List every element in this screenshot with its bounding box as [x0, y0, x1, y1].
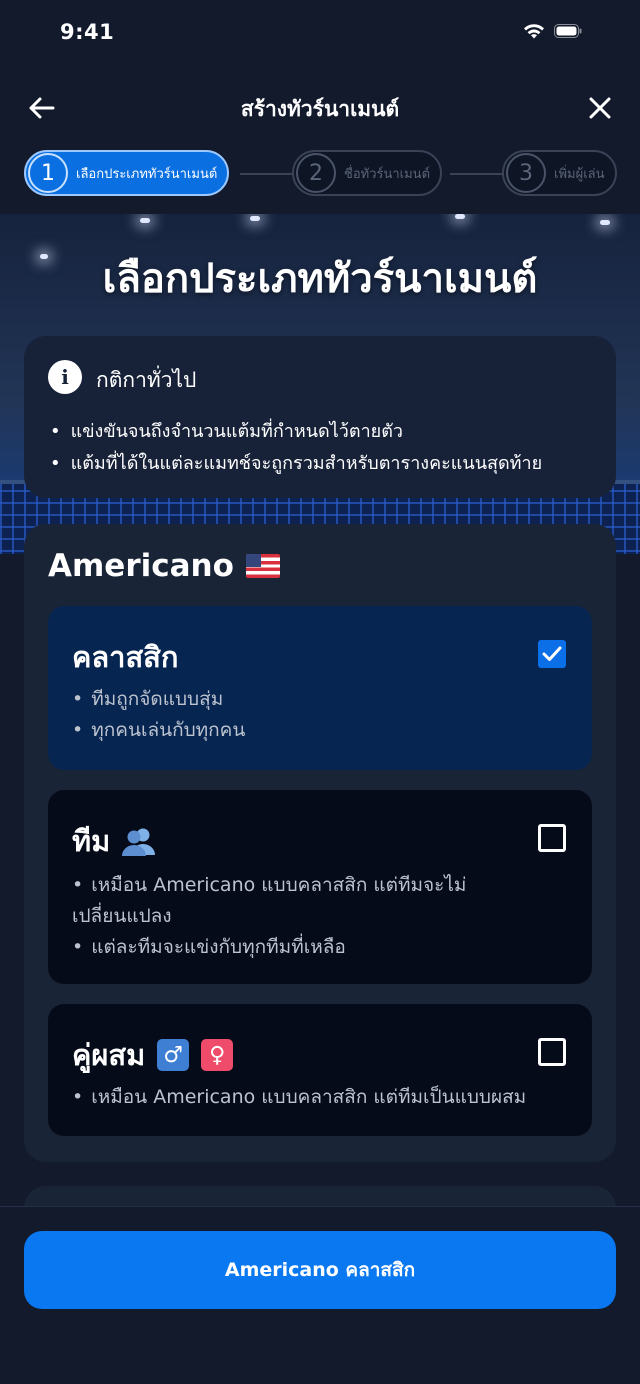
option-classic[interactable]: คลาสสิก ทีมถูกจัดแบบสุ่ม ทุกคนเล่นกับทุก… — [48, 606, 592, 770]
rules-title: กติกาทั่วไป — [96, 368, 197, 392]
wifi-icon — [524, 24, 544, 39]
step-number: 1 — [28, 153, 68, 193]
status-time: 9:41 — [60, 20, 115, 44]
option-description: เหมือน Americano แบบคลาสสิก แต่ทีมจะไม่เ… — [72, 870, 502, 963]
step-number: 2 — [296, 153, 336, 193]
step-label: เลือกประเภททัวร์นาเมนต์ — [76, 166, 218, 182]
stepper-line — [450, 173, 510, 175]
rules-item: แต้มที่ได้ในแต่ละแมทช์จะถูกรวมสำหรับตารา… — [50, 448, 543, 480]
step-1[interactable]: 1 เลือกประเภททัวร์นาเมนต์ — [24, 150, 230, 196]
checkbox-unchecked[interactable] — [538, 824, 566, 852]
nav-title: สร้างทัวร์นาเมนต์ — [240, 97, 400, 121]
page-heading: เลือกประเภททัวร์นาเมนต์ — [102, 256, 538, 302]
nav-bar: สร้างทัวร์นาเมนต์ — [0, 80, 640, 136]
stepper-line — [240, 173, 300, 175]
format-title: Americano — [48, 548, 280, 584]
option-team[interactable]: ทีม เหมือน Americano แบบคลาสสิก แต่ทีมจะ… — [48, 790, 592, 984]
step-label: ชื่อทัวร์นาเมนต์ — [344, 166, 431, 182]
option-item: ทีมถูกจัดแบบสุ่ม — [72, 684, 502, 715]
option-item: ทุกคนเล่นกับทุกคน — [72, 715, 502, 746]
close-icon[interactable] — [584, 92, 616, 124]
rules-card: i กติกาทั่วไป แข่งขันจนถึงจำนวนแต้มที่กำ… — [24, 336, 616, 498]
female-sign-icon: ♀ — [201, 1039, 234, 1071]
step-number: 3 — [506, 153, 546, 193]
option-title: ทีม — [72, 818, 156, 864]
step-3[interactable]: 3 เพิ่มผู้เล่น — [502, 150, 617, 196]
team-people-icon — [122, 828, 156, 856]
option-title: คู่ผสม ♂ ♀ — [72, 1032, 234, 1078]
option-item: เหมือน Americano แบบคลาสสิก แต่ทีมเป็นแบ… — [72, 1082, 572, 1113]
option-title: คลาสสิก — [72, 640, 179, 674]
checkmark-icon — [542, 646, 562, 661]
checkbox-unchecked[interactable] — [538, 1038, 566, 1066]
format-panel: Americano คลาสสิก ทีมถูกจัดแบบสุ่ม ทุกคน… — [24, 524, 616, 1162]
battery-icon — [554, 24, 582, 38]
step-label: เพิ่มผู้เล่น — [554, 166, 605, 182]
option-mixed[interactable]: คู่ผสม ♂ ♀ เหมือน Americano แบบคลาสสิก แ… — [48, 1004, 592, 1136]
checkbox-checked[interactable] — [538, 640, 566, 668]
rules-list: แข่งขันจนถึงจำนวนแต้มที่กำหนดไว้ตายตัว แ… — [50, 416, 543, 480]
step-2[interactable]: 2 ชื่อทัวร์นาเมนต์ — [292, 150, 443, 196]
option-description: ทีมถูกจัดแบบสุ่ม ทุกคนเล่นกับทุกคน — [72, 684, 502, 746]
info-icon: i — [48, 360, 82, 394]
format-name: Americano — [48, 548, 234, 584]
continue-button[interactable]: Americano คลาสสิก — [24, 1231, 616, 1309]
rules-item: แข่งขันจนถึงจำนวนแต้มที่กำหนดไว้ตายตัว — [50, 416, 542, 448]
option-item: แต่ละทีมจะแข่งกับทุกทีมที่เหลือ — [72, 932, 502, 963]
us-flag-icon — [245, 554, 280, 578]
option-item: เหมือน Americano แบบคลาสสิก แต่ทีมจะไม่เ… — [72, 870, 502, 932]
option-description: เหมือน Americano แบบคลาสสิก แต่ทีมเป็นแบ… — [72, 1082, 572, 1113]
male-sign-icon: ♂ — [157, 1039, 190, 1071]
status-bar: 9:41 — [0, 0, 640, 66]
status-icons — [522, 22, 582, 40]
